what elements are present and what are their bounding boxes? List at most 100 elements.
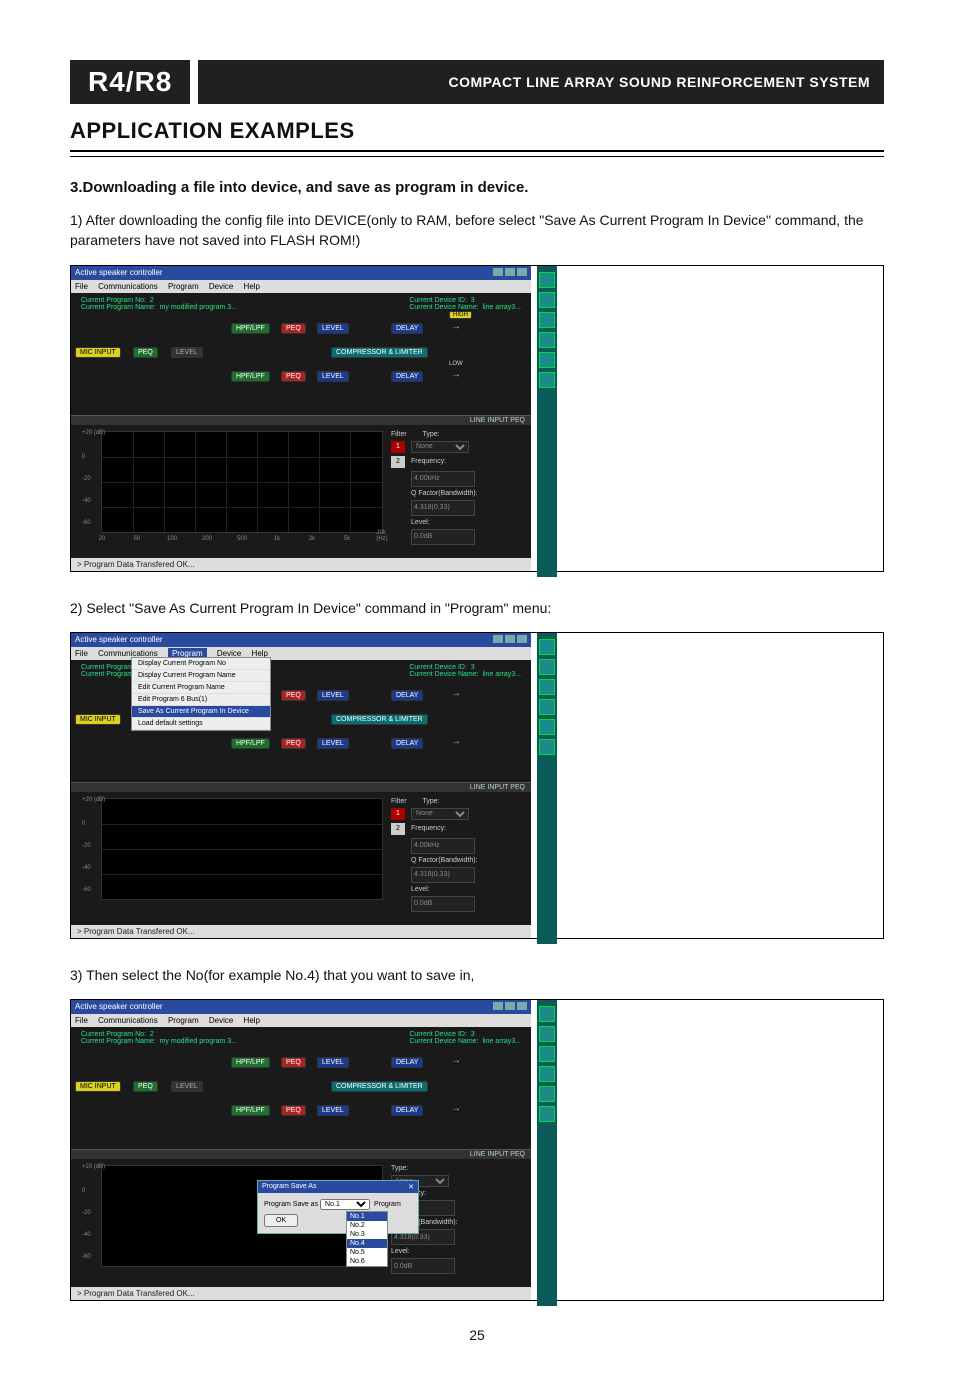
x-label: 20 (99, 536, 106, 542)
menu-program[interactable]: Program (168, 1016, 199, 1025)
list-item[interactable]: No.4 (347, 1239, 387, 1248)
side-toolbar[interactable] (537, 633, 557, 944)
menu-program[interactable]: Program (168, 282, 199, 291)
filter-2-button[interactable]: 2 (391, 456, 405, 468)
section-title: APPLICATION EXAMPLES (70, 118, 884, 144)
arrow-high: → (451, 321, 461, 332)
block-peq-in[interactable]: PEQ (133, 347, 158, 358)
eq-graph[interactable]: +20 (dB)0-20-40-60 (101, 798, 383, 900)
type-select[interactable]: None (411, 808, 469, 820)
block-level-in[interactable]: LEVEL (171, 347, 203, 358)
block-hpf[interactable]: HPF/LPF (231, 1105, 270, 1116)
block-peq[interactable]: PEQ (133, 1081, 158, 1092)
block-peq-1[interactable]: PEQ (281, 323, 306, 334)
q-input[interactable] (411, 500, 475, 516)
window-buttons[interactable] (491, 1002, 527, 1012)
menu-item-save-as[interactable]: Save As Current Program In Device (132, 706, 270, 718)
freq-input[interactable] (411, 471, 475, 487)
block-hpf-2[interactable]: HPF/LPF (231, 371, 270, 382)
menu-device[interactable]: Device (209, 1016, 233, 1025)
program-dropdown[interactable]: Display Current Program No Display Curre… (131, 657, 271, 731)
menu-comm[interactable]: Communications (98, 1016, 158, 1025)
q-input[interactable] (411, 867, 475, 883)
program-no-select[interactable]: No.1 (320, 1199, 370, 1210)
block-delay[interactable]: DELAY (391, 690, 423, 701)
list-item[interactable]: No.2 (347, 1221, 387, 1230)
level-input[interactable] (411, 896, 475, 912)
filter-2-button[interactable]: 2 (391, 823, 405, 835)
menu-item[interactable]: Display Current Program Name (132, 670, 270, 682)
program-label: Program (374, 1201, 401, 1208)
level-input[interactable] (391, 1258, 455, 1274)
block-comp[interactable]: COMPRESSOR & LIMITER (331, 347, 428, 358)
block-level[interactable]: LEVEL (317, 1105, 349, 1116)
block-level-2[interactable]: LEVEL (317, 371, 349, 382)
block-hpf[interactable]: HPF/LPF (231, 1057, 270, 1068)
block-level[interactable]: LEVEL (317, 690, 349, 701)
block-comp[interactable]: COMPRESSOR & LIMITER (331, 714, 428, 725)
window-title: Active speaker controller (75, 1002, 163, 1012)
program-no-list[interactable]: No.1 No.2 No.3 No.4 No.5 No.6 (346, 1211, 388, 1267)
menu-item[interactable]: Display Current Program No (132, 658, 270, 670)
block-peq[interactable]: PEQ (281, 690, 306, 701)
menu-file[interactable]: File (75, 1016, 88, 1025)
window-titlebar: Active speaker controller (71, 266, 531, 280)
block-delay[interactable]: DELAY (391, 1105, 423, 1116)
block-delay-1[interactable]: DELAY (391, 323, 423, 334)
block-level-1[interactable]: LEVEL (317, 323, 349, 334)
status-bar: > Program Data Transfered OK... (71, 558, 531, 571)
step-3-3-text: 3) Then select the No(for example No.4) … (70, 965, 884, 985)
block-hpf[interactable]: HPF/LPF (231, 738, 270, 749)
side-toolbar[interactable] (537, 1000, 557, 1306)
step-3-title: 3.Downloading a file into device, and sa… (70, 179, 884, 196)
block-level[interactable]: LEVEL (317, 738, 349, 749)
filter-1-button[interactable]: 1 (391, 441, 405, 453)
type-select[interactable]: None (411, 441, 469, 453)
label-high: HIGH (449, 311, 472, 319)
window-buttons[interactable] (491, 268, 527, 278)
block-mic-input[interactable]: MIC INPUT (75, 1081, 121, 1092)
block-delay-2[interactable]: DELAY (391, 371, 423, 382)
block-peq[interactable]: PEQ (281, 1105, 306, 1116)
list-item[interactable]: No.5 (347, 1248, 387, 1257)
list-item[interactable]: No.6 (347, 1257, 387, 1266)
block-comp[interactable]: COMPRESSOR & LIMITER (331, 1081, 428, 1092)
menu-help[interactable]: Help (244, 282, 260, 291)
block-hpf-1[interactable]: HPF/LPF (231, 323, 270, 334)
label-low: LOW (449, 361, 463, 367)
menu-help[interactable]: Help (244, 1016, 260, 1025)
window-title: Active speaker controller (75, 268, 163, 278)
freq-input[interactable] (411, 838, 475, 854)
close-icon[interactable]: ✕ (408, 1183, 414, 1191)
menu-file[interactable]: File (75, 649, 88, 658)
type-label: Type: (422, 431, 439, 438)
block-mic-input[interactable]: MIC INPUT (75, 714, 121, 725)
block-level[interactable]: LEVEL (317, 1057, 349, 1068)
filter-1-button[interactable]: 1 (391, 808, 405, 820)
menubar[interactable]: File Communications Program Device Help (71, 280, 531, 293)
window-buttons[interactable] (491, 635, 527, 645)
menu-item[interactable]: Edit Current Program Name (132, 682, 270, 694)
ok-button[interactable]: OK (264, 1214, 298, 1227)
level-input[interactable] (411, 529, 475, 545)
menubar[interactable]: File Communications Program Device Help (71, 1014, 531, 1027)
menu-device[interactable]: Device (209, 282, 233, 291)
eq-graph[interactable]: +20 (dB) 0 -20 -40 -60 20 50 100 200 500… (101, 431, 383, 533)
block-peq-2[interactable]: PEQ (281, 371, 306, 382)
block-mic-input[interactable]: MIC INPUT (75, 347, 121, 358)
menu-item[interactable]: Edit Program 6 Bus(1) (132, 694, 270, 706)
block-peq[interactable]: PEQ (281, 1057, 306, 1068)
block-delay[interactable]: DELAY (391, 738, 423, 749)
menu-comm[interactable]: Communications (98, 282, 158, 291)
block-peq[interactable]: PEQ (281, 738, 306, 749)
menu-file[interactable]: File (75, 282, 88, 291)
block-delay[interactable]: DELAY (391, 1057, 423, 1068)
list-item[interactable]: No.3 (347, 1230, 387, 1239)
list-item[interactable]: No.1 (347, 1212, 387, 1221)
header-bar: R4/R8 COMPACT LINE ARRAY SOUND REINFORCE… (70, 60, 884, 104)
side-toolbar[interactable] (537, 266, 557, 577)
dialog-label: Program Save as (264, 1201, 318, 1208)
block-level[interactable]: LEVEL (171, 1081, 203, 1092)
x-label: 500 (237, 536, 247, 542)
menu-item[interactable]: Load default settings (132, 718, 270, 730)
